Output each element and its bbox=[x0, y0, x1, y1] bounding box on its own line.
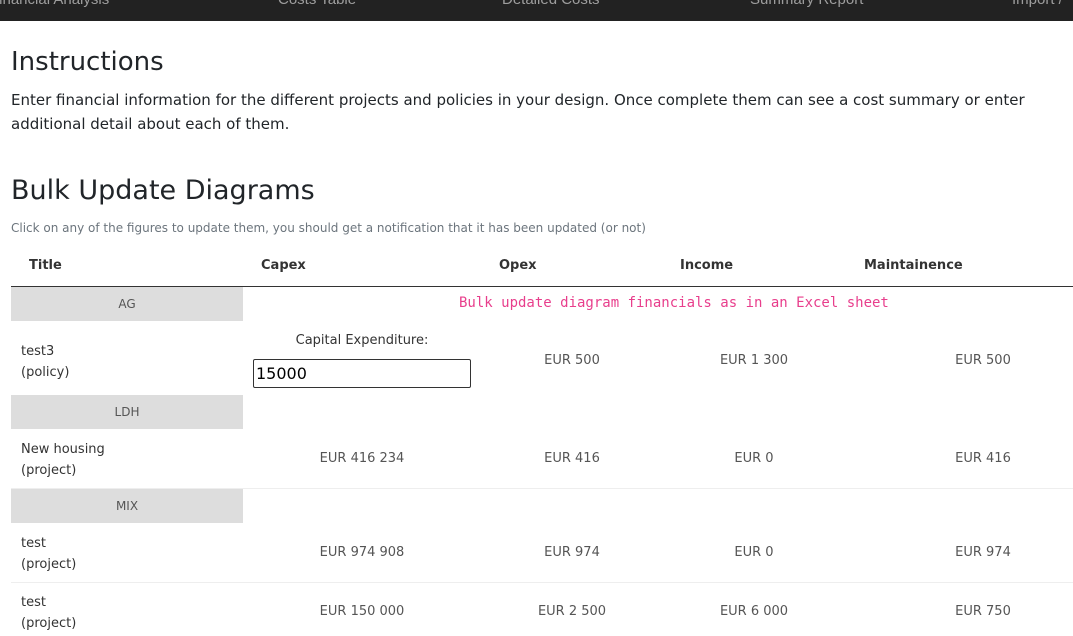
maintainence-cell[interactable]: EUR 974 bbox=[883, 545, 1073, 560]
row-divider bbox=[11, 582, 1073, 583]
nav-detailed-costs[interactable]: Detailed Costs bbox=[502, 0, 600, 8]
nav-summary-report[interactable]: Summary Report bbox=[750, 0, 863, 8]
capex-cell[interactable]: EUR 974 908 bbox=[262, 545, 462, 560]
row-type: (project) bbox=[21, 557, 77, 572]
opex-cell[interactable]: EUR 974 bbox=[472, 545, 672, 560]
col-header-capex: Capex bbox=[261, 258, 306, 273]
row-title: New housing (project) bbox=[21, 439, 105, 481]
bulk-update-title: Bulk Update Diagrams bbox=[11, 175, 315, 206]
maintainence-cell[interactable]: EUR 416 bbox=[883, 451, 1073, 466]
nav-costs-table[interactable]: Costs Table bbox=[278, 0, 356, 8]
income-cell[interactable]: EUR 6 000 bbox=[654, 604, 854, 619]
maintainence-cell[interactable]: EUR 750 bbox=[883, 604, 1073, 619]
row-type: (policy) bbox=[21, 365, 70, 380]
row-title: test3 (policy) bbox=[21, 341, 69, 383]
nav-import[interactable]: Import / bbox=[1012, 0, 1063, 8]
col-header-maintainence: Maintainence bbox=[864, 258, 963, 273]
capex-cell[interactable]: EUR 150 000 bbox=[262, 604, 462, 619]
row-name: New housing bbox=[21, 442, 105, 457]
row-type: (project) bbox=[21, 463, 77, 478]
row-name: test bbox=[21, 536, 46, 551]
group-header-mix: MIX bbox=[11, 489, 243, 523]
bulk-update-note: Bulk update diagram financials as in an … bbox=[459, 295, 889, 311]
col-header-income: Income bbox=[680, 258, 734, 273]
bulk-update-hint: Click on any of the figures to update th… bbox=[11, 221, 646, 235]
top-navbar: Financial Analysis Costs Table Detailed … bbox=[0, 0, 1073, 21]
col-header-opex: Opex bbox=[499, 258, 537, 273]
opex-cell[interactable]: EUR 500 bbox=[472, 353, 672, 368]
income-cell[interactable]: EUR 1 300 bbox=[654, 353, 854, 368]
income-cell[interactable]: EUR 0 bbox=[654, 451, 854, 466]
capex-input[interactable] bbox=[253, 359, 471, 388]
instructions-title: Instructions bbox=[11, 47, 164, 77]
row-title: test (project) bbox=[21, 592, 76, 634]
nav-financial-analysis[interactable]: Financial Analysis bbox=[0, 0, 109, 8]
opex-cell[interactable]: EUR 416 bbox=[472, 451, 672, 466]
maintainence-cell[interactable]: EUR 500 bbox=[883, 353, 1073, 368]
opex-cell[interactable]: EUR 2 500 bbox=[472, 604, 672, 619]
instructions-text: Enter financial information for the diff… bbox=[11, 91, 1025, 133]
row-title: test (project) bbox=[21, 533, 76, 575]
group-header-ag: AG bbox=[11, 287, 243, 321]
col-header-title: Title bbox=[29, 258, 62, 273]
capex-cell[interactable]: EUR 416 234 bbox=[262, 451, 462, 466]
row-type: (project) bbox=[21, 616, 77, 631]
row-name: test bbox=[21, 595, 46, 610]
group-header-ldh: LDH bbox=[11, 395, 243, 429]
capex-editor-label: Capital Expenditure: bbox=[295, 333, 429, 348]
row-name: test3 bbox=[21, 344, 55, 359]
income-cell[interactable]: EUR 0 bbox=[654, 545, 854, 560]
